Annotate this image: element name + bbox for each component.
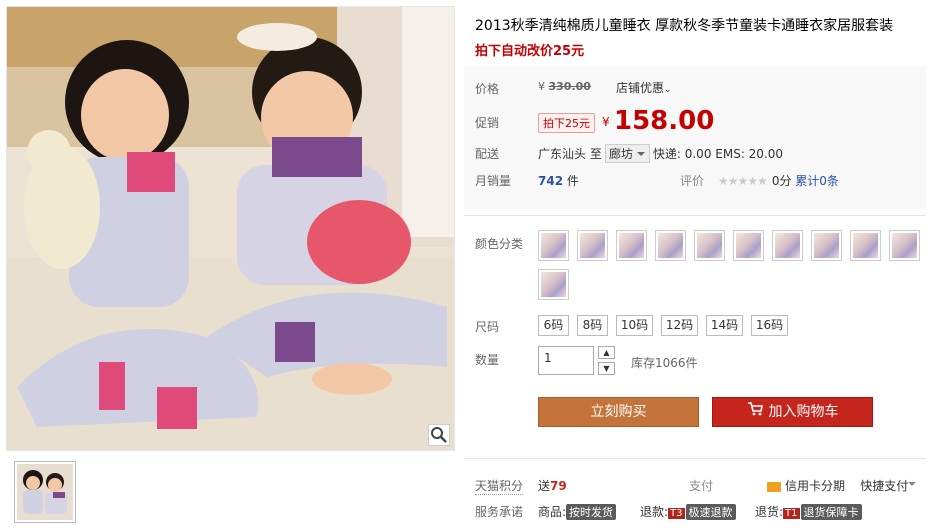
promo-tag: 拍下25元 [538,113,595,133]
price-label: 价格 [475,82,500,96]
ship-from: 广东汕头 [538,147,587,161]
refund-badge[interactable]: 极速退款 [685,504,736,520]
shop-discount-label: 店铺优惠 [616,81,665,95]
thumbnail-image [17,464,73,520]
credit-card-icon [767,481,782,492]
rating-score: 0分 [771,174,792,188]
color-swatch[interactable] [655,230,686,261]
quantity-input[interactable]: 1 [538,346,594,375]
swatch-thumbnail [775,233,800,258]
current-price: 158.00 [614,106,715,136]
monthly-sales-label: 月销量 [475,174,512,188]
size-option[interactable]: 16码 [751,315,788,336]
return-code: T1 [783,508,800,519]
sales-unit: 件 [566,174,579,188]
swatch-thumbnail [541,272,566,297]
refund-code: T3 [668,508,685,519]
size-option[interactable]: 8码 [577,315,608,336]
color-swatch[interactable] [538,269,569,300]
color-swatch[interactable] [733,230,764,261]
tmall-points-label[interactable]: 天猫积分 [475,477,524,495]
size-option[interactable]: 10码 [616,315,653,336]
color-swatch[interactable] [889,230,920,261]
color-swatch[interactable] [616,230,647,261]
current-currency: ¥ [602,115,610,129]
color-swatch[interactable] [850,230,881,261]
points-value: 79 [550,479,567,493]
refund-label: 退款: [640,505,669,519]
color-swatch[interactable] [694,230,725,261]
promise-return: 退货: T1 退货保障卡 [755,503,862,520]
swatch-thumbnail [814,233,839,258]
return-label: 退货: [755,505,784,519]
size-option[interactable]: 6码 [538,315,569,336]
size-label: 尺码 [475,320,500,334]
swatch-thumbnail [892,233,917,258]
quantity-label: 数量 [475,353,500,367]
swatch-thumbnail [697,233,722,258]
monthly-sales: 742 件 [538,172,579,189]
quick-pay: 快捷支付 [860,479,909,493]
buy-now-button[interactable]: 立刻购买 [538,397,699,427]
cart-icon [747,398,763,426]
stock-info: 库存1066件 [631,356,698,370]
credit-installment: 信用卡分期 [785,479,846,493]
product-promo: 拍下自动改价25元 [475,44,585,59]
tmall-points: 送79 [538,477,567,494]
ship-to-word: 至 [589,147,602,161]
product-title: 2013秋季清纯棉质儿童睡衣 厚款秋冬季节童装卡通睡衣家居服套装 [475,18,894,34]
currency-symbol: ¥ [538,80,545,93]
points-prefix: 送 [538,479,551,493]
goods-label: 商品: [538,505,567,519]
return-badge[interactable]: 退货保障卡 [800,504,862,520]
destination-select[interactable]: 廊坊 [604,144,650,163]
promise-refund: 退款: T3 极速退款 [640,503,736,520]
divider [464,215,926,216]
add-to-cart-button[interactable]: 加入购物车 [712,397,873,427]
swatch-thumbnail [619,233,644,258]
quantity-decrease-button[interactable]: ▼ [598,362,615,375]
goods-badge[interactable]: 按时发货 [566,504,617,520]
color-swatch[interactable] [538,230,569,261]
pay-label: 支付 [689,479,714,493]
total-reviews-link[interactable]: 累计0条 [795,174,839,188]
color-swatch[interactable] [577,230,608,261]
zoom-button[interactable] [428,424,450,446]
payment-expand-icon[interactable] [908,482,916,490]
swatch-thumbnail [658,233,683,258]
promo-label: 促销 [475,116,500,130]
quantity-increase-button[interactable]: ▲ [598,346,615,359]
size-option[interactable]: 14码 [706,315,743,336]
original-price: ¥ 330.00 [538,80,591,93]
product-thumbnail[interactable] [14,461,76,523]
chevron-down-icon: ⌄ [664,85,672,95]
express-fee: 快递: 0.00 EMS: 20.00 [652,147,784,161]
rating-label: 评价 [680,174,705,188]
size-option[interactable]: 12码 [661,315,698,336]
shipping-label: 配送 [475,147,500,161]
original-price-value: 330.00 [548,80,591,93]
shop-discount-dropdown[interactable]: 店铺优惠⌄ [616,79,672,96]
color-swatch[interactable] [772,230,803,261]
swatch-thumbnail [736,233,761,258]
service-promise-label: 服务承诺 [475,505,524,519]
swatch-thumbnail [580,233,605,258]
product-photo [7,7,454,450]
color-swatch[interactable] [811,230,842,261]
promise-goods: 商品: 按时发货 [538,503,617,520]
swatch-thumbnail [541,233,566,258]
add-to-cart-label: 加入购物车 [768,404,839,420]
rating-stars: ★★★★★ [718,174,768,188]
shipping-info: 广东汕头 至廊坊 快递: 0.00 EMS: 20.00 [538,144,783,163]
payment-methods: 支付 信用卡分期 快捷支付 [689,477,908,494]
divider [464,458,926,459]
swatch-thumbnail [853,233,878,258]
rating-info: 评价 ★★★★★ 0分 累计0条 [680,172,839,189]
product-main-image[interactable] [6,6,455,451]
sales-count: 742 [538,174,564,188]
color-label: 颜色分类 [475,237,524,251]
magnifier-icon [431,427,447,443]
